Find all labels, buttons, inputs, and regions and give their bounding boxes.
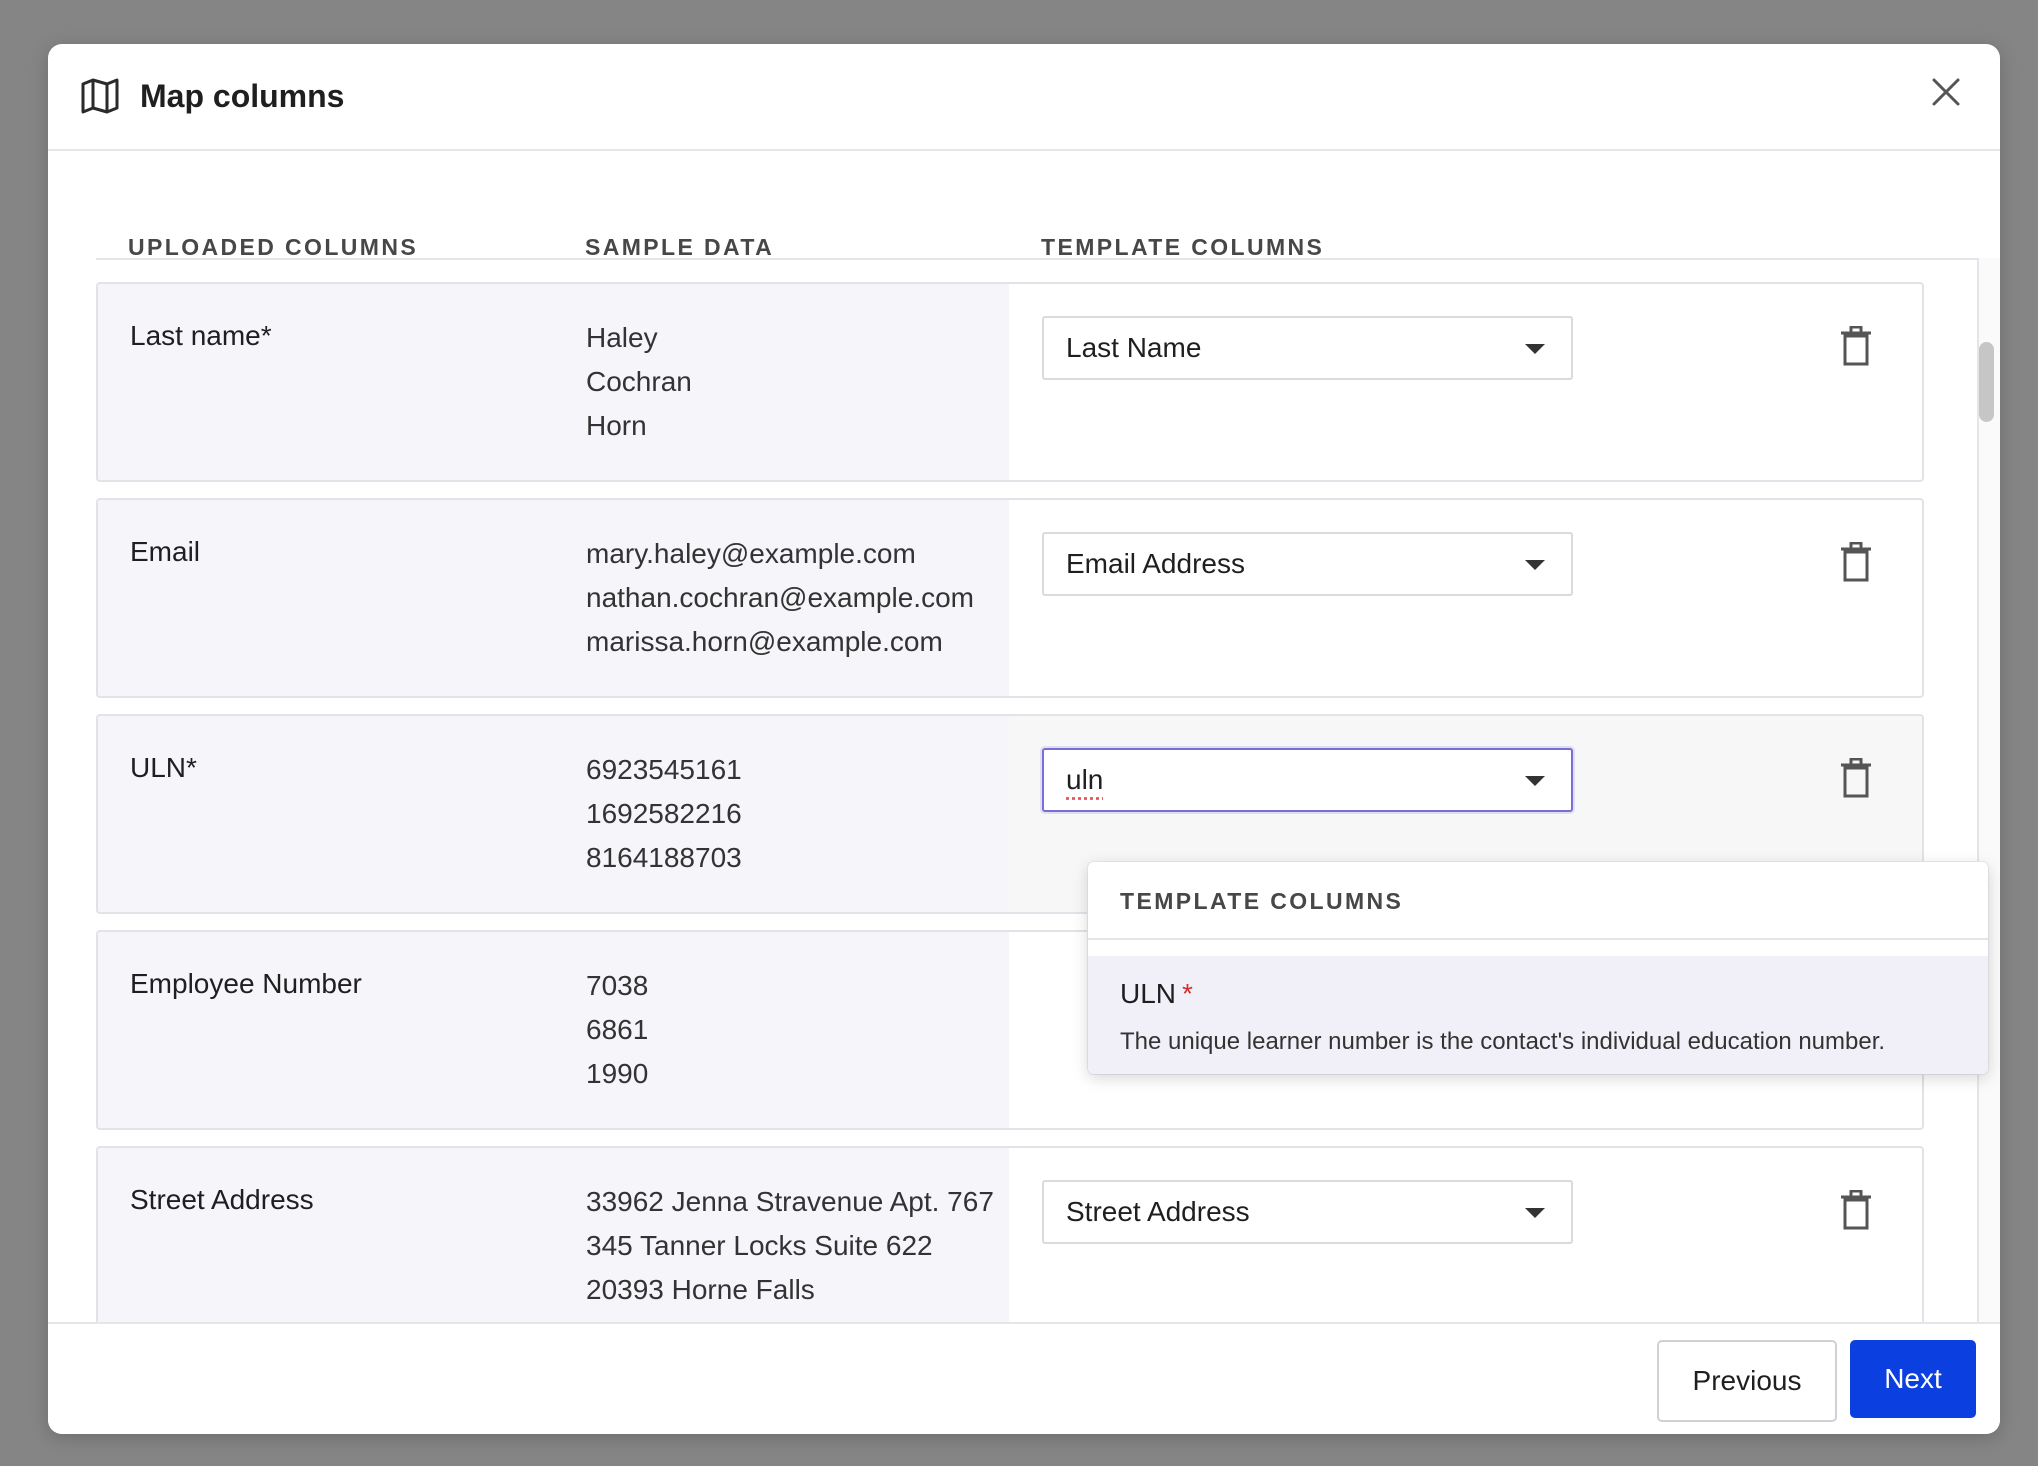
trash-icon[interactable] <box>1840 1190 1872 1230</box>
sample-value: 33962 Jenna Stravenue Apt. 767 <box>586 1186 994 1217</box>
chevron-down-icon <box>1525 344 1545 354</box>
previous-button[interactable]: Previous <box>1657 1340 1837 1422</box>
sample-value: 6923545161 <box>586 754 742 785</box>
search-input-value: uln <box>1066 764 1104 795</box>
mapping-row: Email mary.haley@example.com nathan.coch… <box>96 498 1924 698</box>
sample-value: 1692582216 <box>586 798 742 829</box>
sample-value: 1990 <box>586 1058 649 1089</box>
uploaded-column-name: Street Address <box>130 1184 314 1215</box>
map-icon <box>81 78 119 114</box>
sample-value: Horn <box>586 410 647 441</box>
mapping-row: Street Address 33962 Jenna Stravenue Apt… <box>96 1146 1924 1346</box>
sample-data-header: SAMPLE DATA <box>585 234 775 260</box>
mapping-row: Last name* Haley Cochran Horn Last Name <box>96 282 1924 482</box>
sample-data: 33962 Jenna Stravenue Apt. 767 345 Tanne… <box>586 1180 1007 1312</box>
chevron-down-icon <box>1525 1208 1545 1218</box>
sample-value: 345 Tanner Locks Suite 622 <box>586 1230 933 1261</box>
template-columns-dropdown: TEMPLATE COLUMNS ULN * The unique learner… <box>1088 862 1988 1074</box>
chevron-down-icon <box>1525 776 1545 786</box>
uploaded-column-name: ULN* <box>130 752 197 783</box>
trash-icon[interactable] <box>1840 326 1872 366</box>
template-column-search-input[interactable]: uln <box>1042 748 1573 812</box>
dropdown-divider <box>1088 938 1988 940</box>
chevron-down-icon <box>1525 560 1545 570</box>
close-icon[interactable] <box>1926 72 1966 112</box>
template-column-select[interactable]: Email Address <box>1042 532 1573 596</box>
sample-data: 6923545161 1692582216 8164188703 <box>586 748 1007 880</box>
option-label: ULN <box>1120 978 1177 1009</box>
uploaded-columns-header: UPLOADED COLUMNS <box>128 234 419 260</box>
uploaded-column-name: Last name* <box>130 320 272 351</box>
template-columns-header: TEMPLATE COLUMNS <box>1041 234 1325 260</box>
map-columns-modal: Map columns UPLOADED COLUMNS SAMPLE DATA… <box>48 44 2000 1434</box>
trash-icon[interactable] <box>1840 542 1872 582</box>
sample-value: 8164188703 <box>586 842 742 873</box>
next-button[interactable]: Next <box>1850 1340 1976 1418</box>
sample-data: Haley Cochran Horn <box>586 316 1007 448</box>
scrollbar-track[interactable] <box>1977 258 2000 1366</box>
sample-value: 7038 <box>586 970 649 1001</box>
uploaded-column-name: Employee Number <box>130 968 362 999</box>
uploaded-column-name: Email <box>130 536 201 567</box>
modal-header: Map columns <box>48 44 2000 151</box>
option-description: The unique learner number is the contact… <box>1120 1028 1886 1055</box>
sample-value: 20393 Horne Falls <box>586 1274 815 1305</box>
select-value: Email Address <box>1066 548 1245 579</box>
sample-value: nathan.cochran@example.com <box>586 582 974 613</box>
option-label-row: ULN * <box>1120 976 1193 1012</box>
template-column-select[interactable]: Street Address <box>1042 1180 1573 1244</box>
sample-data: 7038 6861 1990 <box>586 964 1007 1096</box>
sample-value: Cochran <box>586 366 692 397</box>
sample-data: mary.haley@example.com nathan.cochran@ex… <box>586 532 1007 664</box>
dropdown-option-uln[interactable]: ULN * The unique learner number is the co… <box>1088 956 1988 1074</box>
mapping-list[interactable]: Last name* Haley Cochran Horn Last Name … <box>96 258 2000 1368</box>
sample-value: mary.haley@example.com <box>586 538 916 569</box>
modal-title: Map columns <box>140 78 345 114</box>
template-column-select[interactable]: Last Name <box>1042 316 1573 380</box>
scrollbar-thumb[interactable] <box>1979 342 1994 422</box>
sample-value: 6861 <box>586 1014 649 1045</box>
sample-value: Haley <box>586 322 658 353</box>
select-value: Street Address <box>1066 1196 1250 1227</box>
select-value: Last Name <box>1066 332 1202 363</box>
sample-value: marissa.horn@example.com <box>586 626 943 657</box>
modal-footer: Previous Next <box>48 1322 2000 1434</box>
required-mark: * <box>1182 978 1193 1009</box>
trash-icon[interactable] <box>1840 758 1872 798</box>
dropdown-header: TEMPLATE COLUMNS <box>1120 888 1404 914</box>
